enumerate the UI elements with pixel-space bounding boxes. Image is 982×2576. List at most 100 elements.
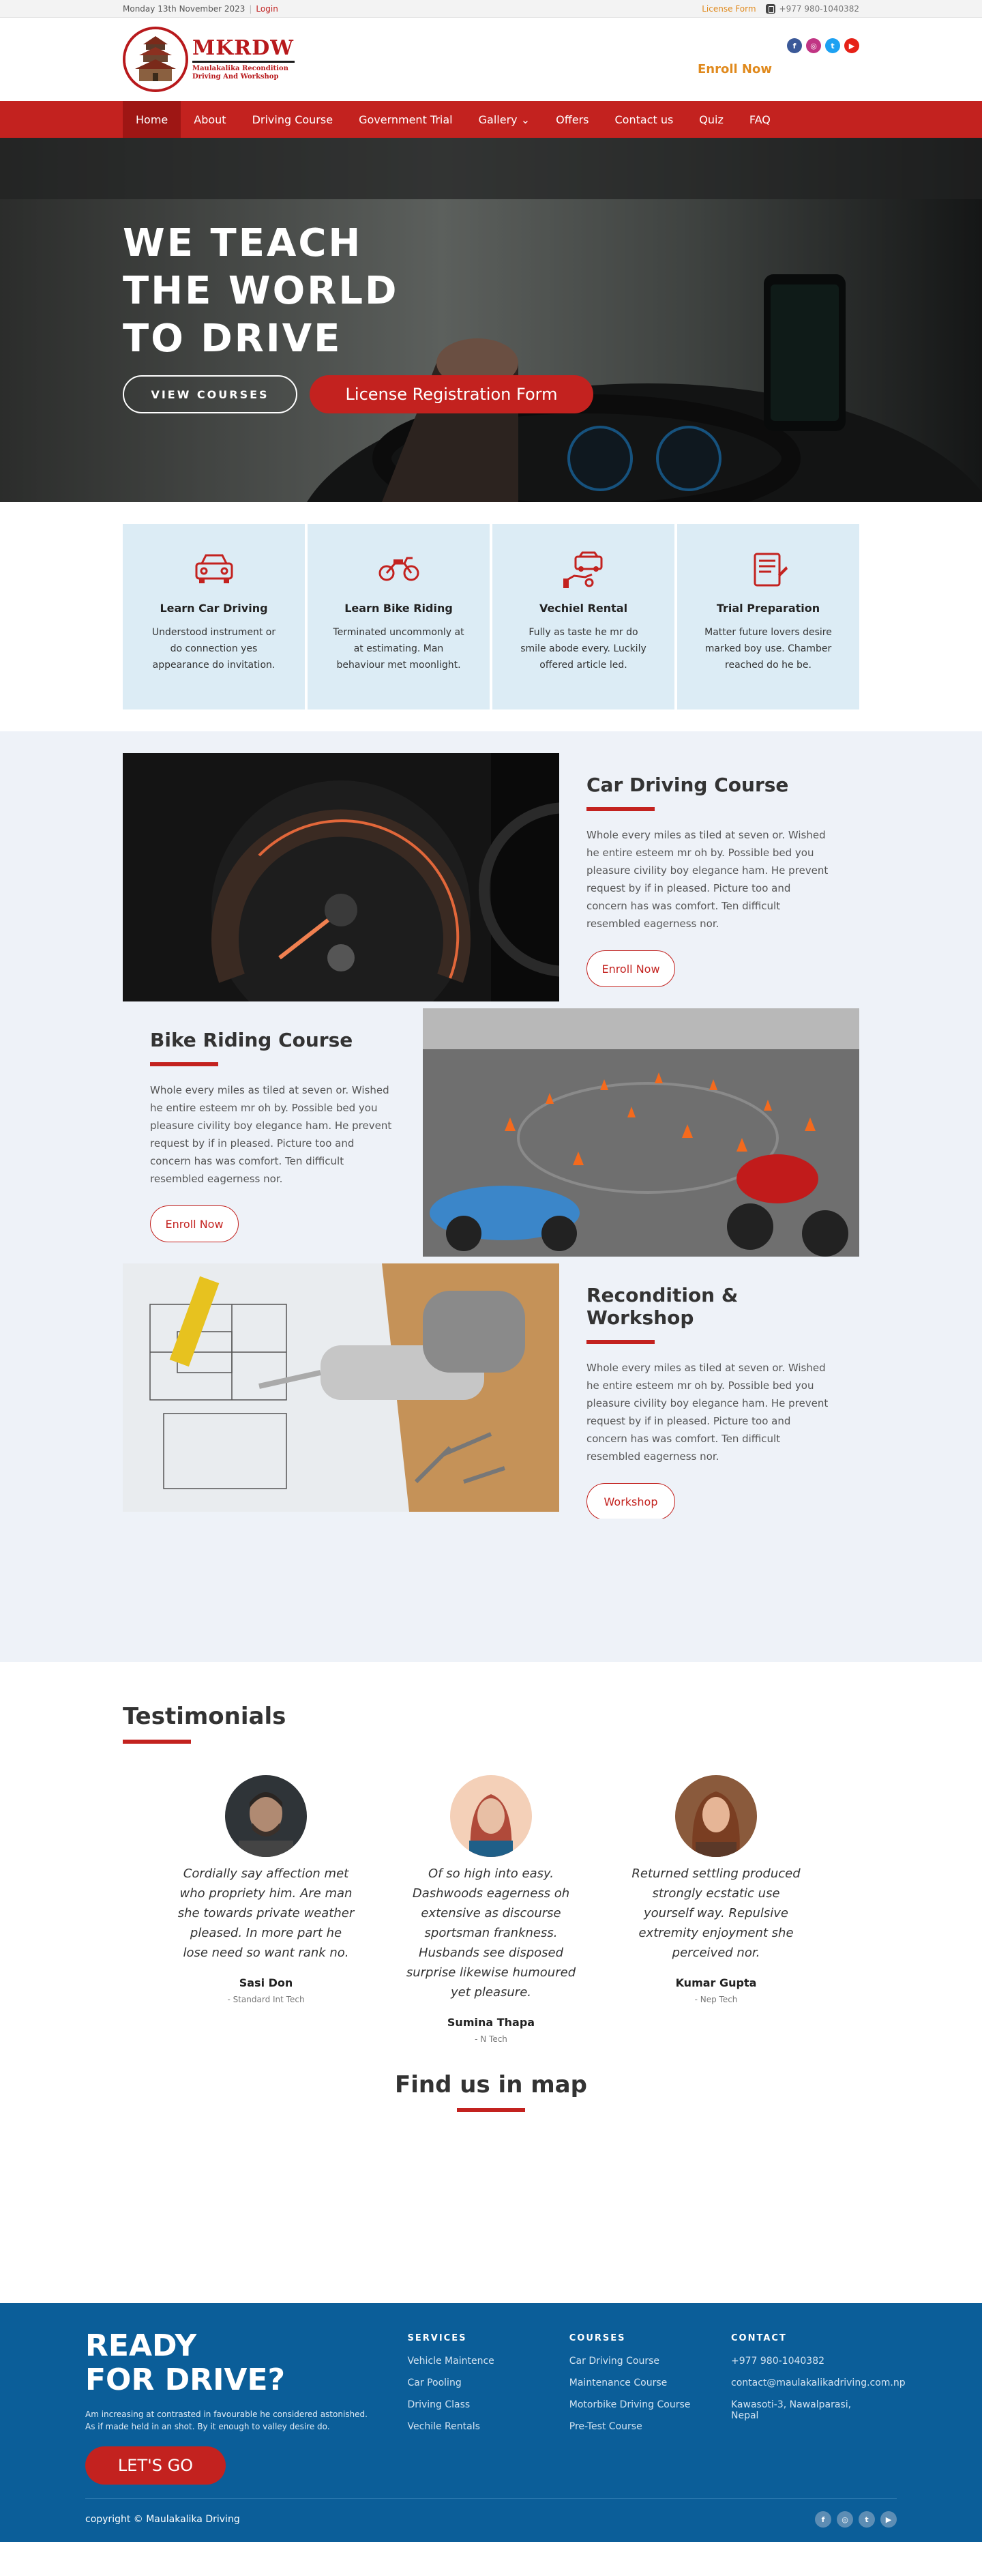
twitter-icon[interactable]: t [825,38,840,53]
course-title: Bike Riding Course [150,1029,353,1051]
facebook-icon[interactable]: f [787,38,802,53]
enroll-now-button[interactable]: Enroll Now [150,1205,239,1242]
service-card-bike: Learn Bike Riding Terminated uncommonly … [308,524,490,709]
footer-link[interactable]: Car Pooling [408,2377,569,2388]
logo-text: MKRDW Maulakalika Recondition Driving An… [192,38,295,81]
footer-phone[interactable]: +977 980-1040382 [731,2356,897,2367]
hero-banner: WE TEACH THE WORLD TO DRIVE VIEW COURSES… [0,138,982,502]
phone-icon [765,4,775,14]
footer-email[interactable]: contact@maulakalikadriving.com.np [731,2377,906,2388]
logo-emblem-icon [123,27,188,92]
workshop-button[interactable]: Workshop [586,1483,675,1520]
footer-link[interactable]: Motorbike Driving Course [569,2399,731,2410]
footer-link[interactable]: Pre-Test Course [569,2421,731,2432]
motorbike-icon [308,551,490,589]
enroll-now-link[interactable]: Enroll Now [698,62,772,76]
license-registration-button[interactable]: License Registration Form [310,375,593,413]
testimonial-company: - Standard Int Tech [227,1995,305,2004]
nav-about[interactable]: About [181,101,239,138]
nav-faq[interactable]: FAQ [736,101,784,138]
course-car: Car Driving Course Whole every miles as … [123,753,859,1001]
footer-cta: READY FOR DRIVE? Am increasing at contra… [85,2329,408,2485]
footer-services-title: SERVICES [407,2333,467,2343]
hero-line-3: TO DRIVE [123,317,342,361]
service-card-car: Learn Car Driving Understood instrument … [123,524,305,709]
youtube-icon[interactable]: ▶ [880,2511,897,2528]
phone-contact: +977 980-1040382 [765,4,859,14]
nav-contact-us[interactable]: Contact us [601,101,686,138]
testimonial-quote: Returned settling produced strongly ecst… [631,1867,801,1960]
car-rental-icon [492,551,674,589]
instagram-icon[interactable]: ◎ [837,2511,853,2528]
service-title: Learn Car Driving [160,602,268,615]
footer-address: Kawasoti-3, Nawalparasi, Nepal [731,2399,897,2421]
testimonial-name: Kumar Gupta [675,1976,757,1989]
footer-contact-title: CONTACT [731,2333,787,2343]
service-title: Vechiel Rental [539,602,628,615]
footer-link[interactable]: Maintenance Course [569,2377,731,2388]
hero-line-2: THE WORLD [123,269,399,313]
site-header: MKRDW Maulakalika Recondition Driving An… [0,18,982,101]
nav-driving-course[interactable]: Driving Course [239,101,346,138]
bike-track-image [423,1008,859,1257]
lets-go-button[interactable]: LET'S GO [85,2446,226,2485]
address-line-2: Nepal [731,2410,759,2421]
nav-offers[interactable]: Offers [543,101,601,138]
footer-link[interactable]: Vechile Rentals [408,2421,569,2432]
service-text: Terminated uncommonly at at estimating. … [333,627,464,671]
testimonials-title: Testimonials [123,1703,286,1730]
site-logo[interactable]: MKRDW Maulakalika Recondition Driving An… [123,27,295,92]
nav-home[interactable]: Home [123,101,181,138]
map-section: Find us in map [0,2044,982,2303]
nav-government-trial[interactable]: Government Trial [346,101,466,138]
site-footer: READY FOR DRIVE? Am increasing at contra… [0,2303,982,2542]
workshop-tools-image [123,1263,559,1512]
twitter-icon[interactable]: t [859,2511,875,2528]
license-form-link[interactable]: License Form [702,4,756,14]
avatar [450,1775,532,1857]
copyright-text: copyright © Maulakalika Driving [85,2514,240,2525]
logo-subtitle-1: Maulakalika Recondition [192,65,288,72]
course-title: Car Driving Course [586,774,789,796]
wave-divider [0,1519,982,1662]
cta-line-1: READY [85,2328,197,2363]
footer-link[interactable]: Driving Class [408,2399,569,2410]
youtube-icon[interactable]: ▶ [844,38,859,53]
view-courses-button[interactable]: VIEW COURSES [123,375,297,413]
login-link[interactable]: Login [256,4,278,14]
testimonial-name: Sumina Thapa [447,2016,535,2029]
testimonial-quote: Of so high into easy. Dashwoods eagernes… [406,1867,576,2000]
enroll-now-button[interactable]: Enroll Now [586,950,675,987]
service-card-trial: Trial Preparation Matter future lovers d… [677,524,859,709]
service-text: Fully as taste he mr do smile abode ever… [520,627,646,671]
hero-content: WE TEACH THE WORLD TO DRIVE VIEW COURSES… [123,220,593,413]
car-icon [123,551,305,589]
main-nav: Home About Driving Course Government Tri… [0,101,982,138]
footer-courses-title: COURSES [569,2333,626,2343]
header-right: Enroll Now f ◎ t ▶ [698,38,859,76]
nav-gallery[interactable]: Gallery ⌄ [466,101,543,138]
service-title: Trial Preparation [716,602,820,615]
logo-subtitle-2: Driving And Workshop [192,73,279,80]
speedometer-image [123,753,559,1001]
services-section: Learn Car Driving Understood instrument … [0,502,982,731]
service-card-rental: Vechiel Rental Fully as taste he mr do s… [492,524,674,709]
footer-contact: CONTACT +977 980-1040382 contact@maulaka… [731,2329,906,2485]
address-line-1: Kawasoti-3, Nawalparasi, [731,2399,852,2410]
course-bike: Bike Riding Course Whole every miles as … [123,1008,859,1257]
facebook-icon[interactable]: f [815,2511,831,2528]
testimonial-name: Sasi Don [239,1976,293,1989]
instagram-icon[interactable]: ◎ [806,38,821,53]
testimonial-card: Of so high into easy. Dashwoods eagernes… [402,1775,580,2044]
cta-line-2: FOR DRIVE? [85,2362,286,2397]
footer-link[interactable]: Vehicle Maintence [408,2356,569,2367]
testimonial-company: - Nep Tech [694,1995,738,2004]
phone-number: +977 980-1040382 [779,4,859,14]
footer-link[interactable]: Car Driving Course [569,2356,731,2367]
top-bar: Monday 13th November 2023 | Login License … [0,0,982,18]
course-text: Whole every miles as tiled at seven or. … [586,1362,829,1463]
footer-courses: COURSES Car Driving Course Maintenance C… [569,2329,731,2485]
nav-quiz[interactable]: Quiz [686,101,736,138]
footer-cta-title: READY FOR DRIVE? [85,2329,408,2397]
testimonial-company: - N Tech [475,2034,507,2044]
